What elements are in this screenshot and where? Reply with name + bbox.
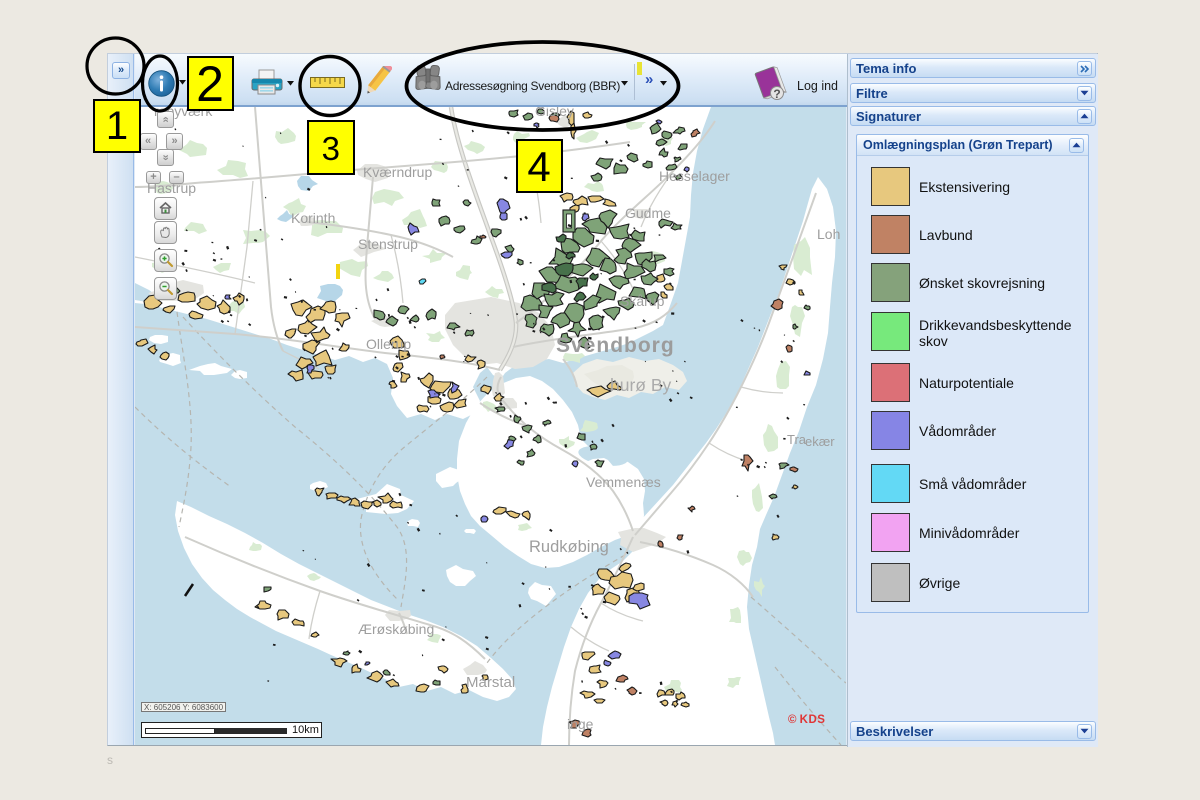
svg-text:Skårup: Skårup: [620, 293, 665, 309]
svg-text:Gudme: Gudme: [625, 205, 671, 221]
svg-text:inge: inge: [567, 716, 594, 732]
svg-text:ekær: ekær: [805, 434, 835, 449]
svg-text:?: ?: [773, 87, 780, 101]
svg-text:Tra: Tra: [787, 432, 807, 447]
svg-text:Kværndrup: Kværndrup: [363, 164, 432, 180]
svg-text:Marstal: Marstal: [466, 674, 515, 691]
svg-text:Rudkøbing: Rudkøbing: [529, 538, 609, 556]
svg-text:Vemmenæs: Vemmenæs: [586, 474, 661, 490]
svg-text:Gisley: Gisley: [535, 107, 574, 119]
svg-text:Korinth: Korinth: [291, 210, 335, 226]
svg-text:Hesselager: Hesselager: [659, 168, 730, 184]
svg-text:Loh: Loh: [817, 226, 840, 242]
svg-text:hurø By: hurø By: [610, 375, 672, 395]
svg-text:Ærøskøbing: Ærøskøbing: [358, 621, 434, 637]
svg-text:Svendborg: Svendborg: [556, 334, 675, 357]
svg-text:Ollerup: Ollerup: [366, 336, 411, 352]
svg-text:Stenstrup: Stenstrup: [358, 236, 418, 252]
